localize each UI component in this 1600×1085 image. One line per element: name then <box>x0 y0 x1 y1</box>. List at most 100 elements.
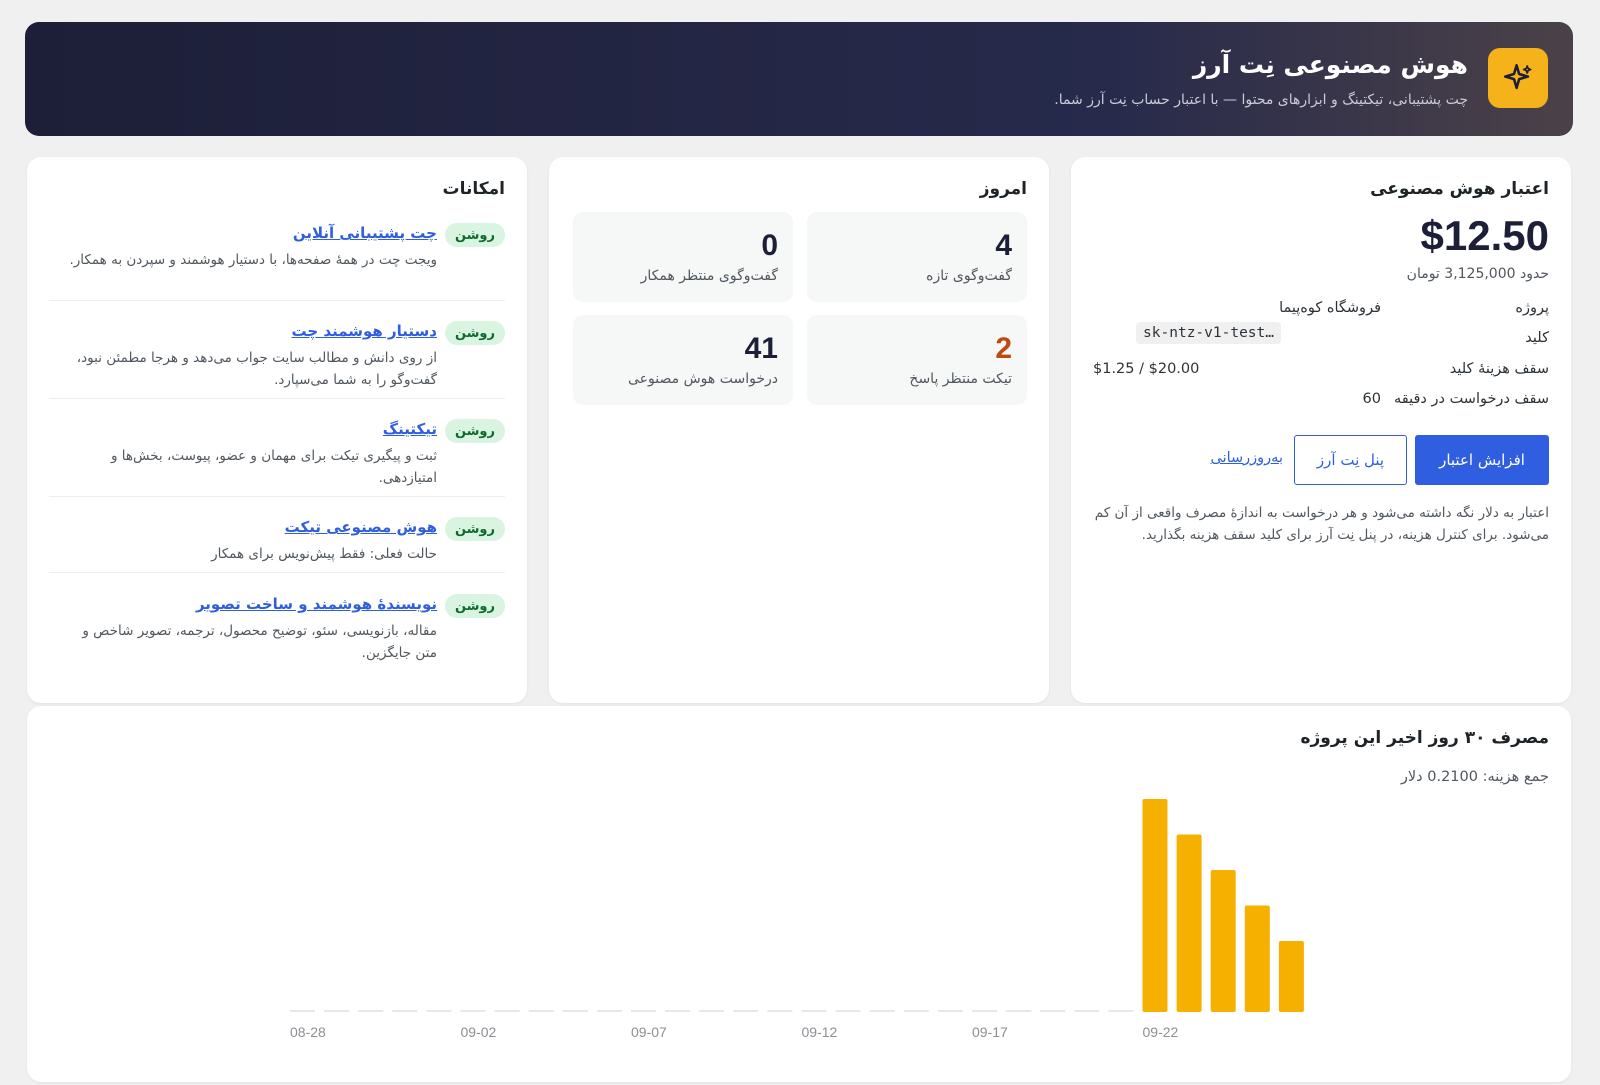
stat-label: تیکت منتظر پاسخ <box>909 371 1012 387</box>
app-header: هوش مصنوعی نِت آرز چت پشتیبانی، تیکتینگ … <box>25 22 1573 136</box>
project-value: فروشگاه کوه‌پیما <box>1279 300 1381 316</box>
x-tick-label: 09-02 <box>461 1024 497 1040</box>
status-badge: روشن <box>444 594 505 618</box>
bar-09-02 <box>460 1010 486 1012</box>
stat-value: 0 <box>761 229 778 262</box>
bar-09-05 <box>562 1010 588 1012</box>
divider <box>49 496 505 497</box>
status-badge: روشن <box>444 223 505 247</box>
refresh-link[interactable]: به‌روزرسانی <box>1210 450 1283 466</box>
x-tick-label: 09-22 <box>1143 1024 1179 1040</box>
x-tick-label: 09-17 <box>972 1024 1008 1040</box>
bar-09-13 <box>835 1010 861 1012</box>
stat-value: 2 <box>995 332 1012 365</box>
cap-value: $1.25 / $20.00 <box>1093 361 1200 377</box>
bar-09-22 <box>1142 799 1168 1012</box>
credit-note: اعتبار به دلار نگه داشته می‌شود و هر درخ… <box>1094 505 1549 543</box>
bar-09-18 <box>1006 1010 1032 1012</box>
divider <box>49 572 505 573</box>
feature-desc: حالت فعلی: فقط پیش‌نویس برای همکار <box>211 546 437 562</box>
project-label: پروژه <box>1515 300 1549 316</box>
status-badge: روشن <box>444 419 505 443</box>
bar-09-26 <box>1278 941 1304 1012</box>
credit-card: اعتبار هوش مصنوعی $12.50 حدود 3,125,000 … <box>1071 157 1571 703</box>
feature-desc: ویجت چت در همهٔ صفحه‌ها، با دستیار هوشمن… <box>69 252 438 268</box>
usage-chart: 08-28 09-02 09-07 09-12 09-17 09-22 <box>290 799 1304 1040</box>
bar-08-29 <box>324 1010 350 1012</box>
page-subtitle: چت پشتیبانی، تیکتینگ و ابزارهای محتوا — … <box>1054 92 1468 108</box>
feature-link[interactable]: چت پشتیبانی آنلاین <box>293 224 437 242</box>
feature-desc: از روی دانش و مطالب سایت جواب می‌دهد و ه… <box>76 350 437 388</box>
stat-new-chats: 4 گفت‌وگوی تازه <box>807 212 1027 302</box>
status-badge: روشن <box>444 321 505 345</box>
logo <box>1488 48 1548 108</box>
cap-label: سقف هزینهٔ کلید <box>1449 361 1549 377</box>
stat-pending-tickets: 2 تیکت منتظر پاسخ <box>807 315 1027 405</box>
bar-09-23 <box>1176 834 1202 1012</box>
divider <box>49 398 505 399</box>
feature-link[interactable]: هوش مصنوعی تیکت <box>285 518 437 536</box>
increase-credit-button[interactable]: افزایش اعتبار <box>1415 435 1549 485</box>
feature-item: روشن دستیار هوشمند چت از روی دانش و مطال… <box>49 317 505 399</box>
key-value: sk-ntz-v1-test… <box>1136 322 1281 344</box>
usage-card: مصرف ۳۰ روز اخیر این پروژه جمع هزینه: 0.… <box>27 706 1571 1082</box>
x-tick-label: 09-07 <box>631 1024 667 1040</box>
bar-09-16 <box>937 1010 963 1012</box>
bar-08-28 <box>290 1010 315 1012</box>
bar-09-21 <box>1108 1010 1134 1012</box>
credit-title: اعتبار هوش مصنوعی <box>1370 179 1549 199</box>
bar-09-10 <box>733 1010 759 1012</box>
bar-09-15 <box>903 1010 929 1012</box>
feature-item: روشن هوش مصنوعی تیکت حالت فعلی: فقط پیش‌… <box>49 513 505 573</box>
features-card: امکانات روشن چت پشتیبانی آنلاین ویجت چت … <box>27 157 527 703</box>
feature-desc: ثبت و پیگیری تیکت برای مهمان و عضو، پیوس… <box>110 448 437 486</box>
stat-label: گفت‌وگوی تازه <box>926 268 1012 284</box>
key-label: کلید <box>1525 330 1549 346</box>
key-value-wrap: sk-ntz-v1-test… <box>1136 322 1281 344</box>
bar-09-19 <box>1040 1010 1066 1012</box>
page-title: هوش مصنوعی نِت آرز <box>1192 50 1468 79</box>
bar-09-11 <box>767 1010 793 1012</box>
bar-09-04 <box>528 1010 554 1012</box>
feature-item: روشن چت پشتیبانی آنلاین ویجت چت در همهٔ … <box>49 219 505 301</box>
bar-09-14 <box>869 1010 895 1012</box>
bar-09-12 <box>801 1010 827 1012</box>
today-card: امروز 4 گفت‌وگوی تازه 0 گفت‌وگوی منتظر ه… <box>549 157 1049 703</box>
feature-item: روشن نویسندهٔ هوشمند و ساخت تصویر مقاله،… <box>49 590 505 672</box>
bar-09-20 <box>1074 1010 1100 1012</box>
feature-item: روشن تیکتینگ ثبت و پیگیری تیکت برای مهما… <box>49 415 505 497</box>
bar-08-31 <box>392 1010 418 1012</box>
feature-desc: مقاله، بازنویسی، سئو، توضیح محصول، ترجمه… <box>82 623 437 661</box>
x-tick-label: 09-12 <box>802 1024 838 1040</box>
panel-button[interactable]: پنل نِت آرز <box>1294 435 1407 485</box>
bar-09-09 <box>699 1010 725 1012</box>
feature-link[interactable]: نویسندهٔ هوشمند و ساخت تصویر <box>196 595 437 613</box>
stat-label: درخواست هوش مصنوعی <box>628 371 778 387</box>
features-title: امکانات <box>442 179 505 199</box>
bar-09-08 <box>665 1010 691 1012</box>
bar-09-25 <box>1244 905 1270 1012</box>
stat-ai-requests: 41 درخواست هوش مصنوعی <box>573 315 793 405</box>
credit-toman: حدود 3,125,000 تومان <box>1406 266 1549 282</box>
feature-link[interactable]: دستیار هوشمند چت <box>292 322 438 340</box>
stat-label: گفت‌وگوی منتظر همکار <box>640 268 778 284</box>
credit-amount: $12.50 <box>1420 212 1549 259</box>
bar-09-07 <box>631 1010 656 1012</box>
status-badge: روشن <box>444 517 505 541</box>
feature-link[interactable]: تیکتینگ <box>383 420 437 438</box>
bar-09-06 <box>596 1010 622 1012</box>
stat-value: 4 <box>995 229 1012 262</box>
divider <box>49 300 505 301</box>
stat-waiting-chats: 0 گفت‌وگوی منتظر همکار <box>573 212 793 302</box>
bar-09-03 <box>494 1010 520 1012</box>
rate-value: 60 <box>1362 391 1381 407</box>
bar-09-17 <box>972 1010 997 1012</box>
rate-label: سقف درخواست در دقیقه <box>1394 391 1549 407</box>
bar-08-30 <box>358 1010 384 1012</box>
x-tick-label: 08-28 <box>290 1024 326 1040</box>
today-title: امروز <box>979 179 1027 199</box>
stat-value: 41 <box>744 332 778 365</box>
bar-09-01 <box>426 1010 452 1012</box>
bar-09-24 <box>1210 870 1236 1012</box>
sparkle-icon <box>1503 63 1532 90</box>
